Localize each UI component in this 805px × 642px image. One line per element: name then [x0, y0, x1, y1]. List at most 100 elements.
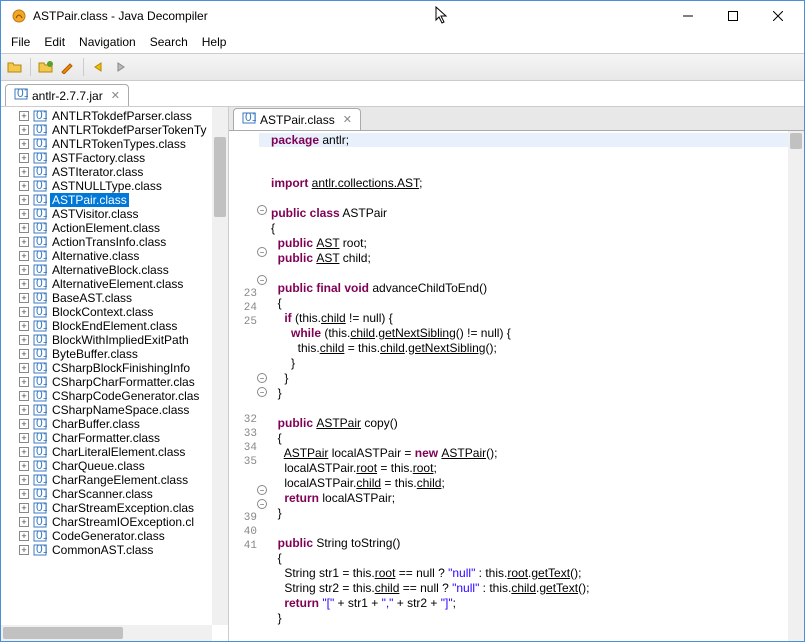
expand-icon[interactable]: + [19, 335, 29, 345]
tree-item[interactable]: +010ByteBuffer.class [1, 347, 228, 361]
expand-icon[interactable]: + [19, 419, 29, 429]
tree-item[interactable]: +010CharBuffer.class [1, 417, 228, 431]
tree-item-label: BaseAST.class [50, 291, 134, 305]
tree-item-label: AlternativeBlock.class [50, 263, 171, 277]
tree-item[interactable]: +010CharScanner.class [1, 487, 228, 501]
expand-icon[interactable]: + [19, 279, 29, 289]
scrollbar-thumb[interactable] [790, 133, 802, 149]
minimize-button[interactable] [665, 2, 710, 30]
tree-item[interactable]: +010BlockWithImpliedExitPath [1, 333, 228, 347]
expand-icon[interactable]: + [19, 405, 29, 415]
close-icon[interactable]: ✕ [343, 113, 352, 126]
tree-item[interactable]: +010CharQueue.class [1, 459, 228, 473]
expand-icon[interactable]: + [19, 195, 29, 205]
scrollbar-thumb[interactable] [3, 627, 123, 639]
tree-item[interactable]: +010ActionTransInfo.class [1, 235, 228, 249]
tree-item[interactable]: +010BlockEndElement.class [1, 319, 228, 333]
fold-toggle-icon[interactable]: − [257, 485, 267, 495]
menu-edit[interactable]: Edit [38, 33, 71, 51]
editor-tab[interactable]: 010 ASTPair.class ✕ [233, 108, 361, 130]
svg-text:010: 010 [36, 222, 47, 234]
expand-icon[interactable]: + [19, 363, 29, 373]
expand-icon[interactable]: + [19, 125, 29, 135]
expand-icon[interactable]: + [19, 167, 29, 177]
tree-item[interactable]: +010BaseAST.class [1, 291, 228, 305]
tree-item[interactable]: +010ANTLRTokdefParserTokenTy [1, 123, 228, 137]
expand-icon[interactable]: + [19, 181, 29, 191]
tree-item[interactable]: +010CommonAST.class [1, 543, 228, 557]
tree-item[interactable]: +010ASTPair.class [1, 193, 228, 207]
menu-navigation[interactable]: Navigation [73, 33, 142, 51]
expand-icon[interactable]: + [19, 545, 29, 555]
fold-toggle-icon[interactable]: − [257, 373, 267, 383]
class-tree[interactable]: +010ANTLRTokdefParser.class+010ANTLRTokd… [1, 107, 228, 559]
tree-item[interactable]: +010CharFormatter.class [1, 431, 228, 445]
expand-icon[interactable]: + [19, 209, 29, 219]
menu-file[interactable]: File [5, 33, 36, 51]
maximize-button[interactable] [710, 2, 755, 30]
tree-item[interactable]: +010CSharpNameSpace.class [1, 403, 228, 417]
tree-item[interactable]: +010CSharpCharFormatter.clas [1, 375, 228, 389]
expand-icon[interactable]: + [19, 307, 29, 317]
expand-icon[interactable]: + [19, 111, 29, 121]
forward-button[interactable] [111, 57, 131, 77]
tree-item[interactable]: +010Alternative.class [1, 249, 228, 263]
expand-icon[interactable]: + [19, 489, 29, 499]
tree-item[interactable]: +010ASTVisitor.class [1, 207, 228, 221]
tree-item[interactable]: +010CSharpCodeGenerator.clas [1, 389, 228, 403]
tree-item[interactable]: +010ANTLRTokdefParser.class [1, 109, 228, 123]
tree-item[interactable]: +010CSharpBlockFinishingInfo [1, 361, 228, 375]
tree-item[interactable]: +010CharRangeElement.class [1, 473, 228, 487]
fold-toggle-icon[interactable]: − [257, 275, 267, 285]
expand-icon[interactable]: + [19, 461, 29, 471]
tree-item[interactable]: +010BlockContext.class [1, 305, 228, 319]
expand-icon[interactable]: + [19, 475, 29, 485]
expand-icon[interactable]: + [19, 237, 29, 247]
editor-vertical-scrollbar[interactable] [788, 131, 804, 641]
expand-icon[interactable]: + [19, 531, 29, 541]
tree-vertical-scrollbar[interactable] [212, 107, 228, 625]
menu-help[interactable]: Help [196, 33, 233, 51]
tree-item[interactable]: +010AlternativeElement.class [1, 277, 228, 291]
expand-icon[interactable]: + [19, 153, 29, 163]
expand-icon[interactable]: + [19, 503, 29, 513]
fold-toggle-icon[interactable]: − [257, 499, 267, 509]
expand-icon[interactable]: + [19, 321, 29, 331]
code-area[interactable]: package antlr; import antlr.collections.… [259, 131, 804, 641]
fold-toggle-icon[interactable]: − [257, 247, 267, 257]
tree-item[interactable]: +010AlternativeBlock.class [1, 263, 228, 277]
tree-item[interactable]: +010CharLiteralElement.class [1, 445, 228, 459]
jar-tab[interactable]: 010 antlr-2.7.7.jar ✕ [5, 84, 129, 106]
expand-icon[interactable]: + [19, 447, 29, 457]
tree-item[interactable]: +010ASTIterator.class [1, 165, 228, 179]
expand-icon[interactable]: + [19, 377, 29, 387]
back-button[interactable] [89, 57, 109, 77]
expand-icon[interactable]: + [19, 517, 29, 527]
tree-item[interactable]: +010ANTLRTokenTypes.class [1, 137, 228, 151]
expand-icon[interactable]: + [19, 223, 29, 233]
expand-icon[interactable]: + [19, 265, 29, 275]
tree-item[interactable]: +010ActionElement.class [1, 221, 228, 235]
fold-toggle-icon[interactable]: − [257, 387, 267, 397]
tree-item[interactable]: +010CodeGenerator.class [1, 529, 228, 543]
expand-icon[interactable]: + [19, 391, 29, 401]
tree-horizontal-scrollbar[interactable] [1, 625, 212, 641]
open-folder-button[interactable] [5, 57, 25, 77]
close-button[interactable] [755, 2, 800, 30]
expand-icon[interactable]: + [19, 433, 29, 443]
tree-item[interactable]: +010ASTNULLType.class [1, 179, 228, 193]
tree-item[interactable]: +010ASTFactory.class [1, 151, 228, 165]
scrollbar-thumb[interactable] [214, 137, 226, 217]
preferences-button[interactable] [58, 57, 78, 77]
expand-icon[interactable]: + [19, 139, 29, 149]
fold-toggle-icon[interactable]: − [257, 205, 267, 215]
tree-item[interactable]: +010CharStreamException.clas [1, 501, 228, 515]
expand-icon[interactable]: + [19, 293, 29, 303]
save-button[interactable] [36, 57, 56, 77]
expand-icon[interactable]: + [19, 349, 29, 359]
menu-search[interactable]: Search [144, 33, 194, 51]
expand-icon[interactable]: + [19, 251, 29, 261]
close-icon[interactable]: ✕ [111, 89, 120, 102]
class-file-icon: 010 [33, 502, 47, 514]
tree-item[interactable]: +010CharStreamIOException.cl [1, 515, 228, 529]
